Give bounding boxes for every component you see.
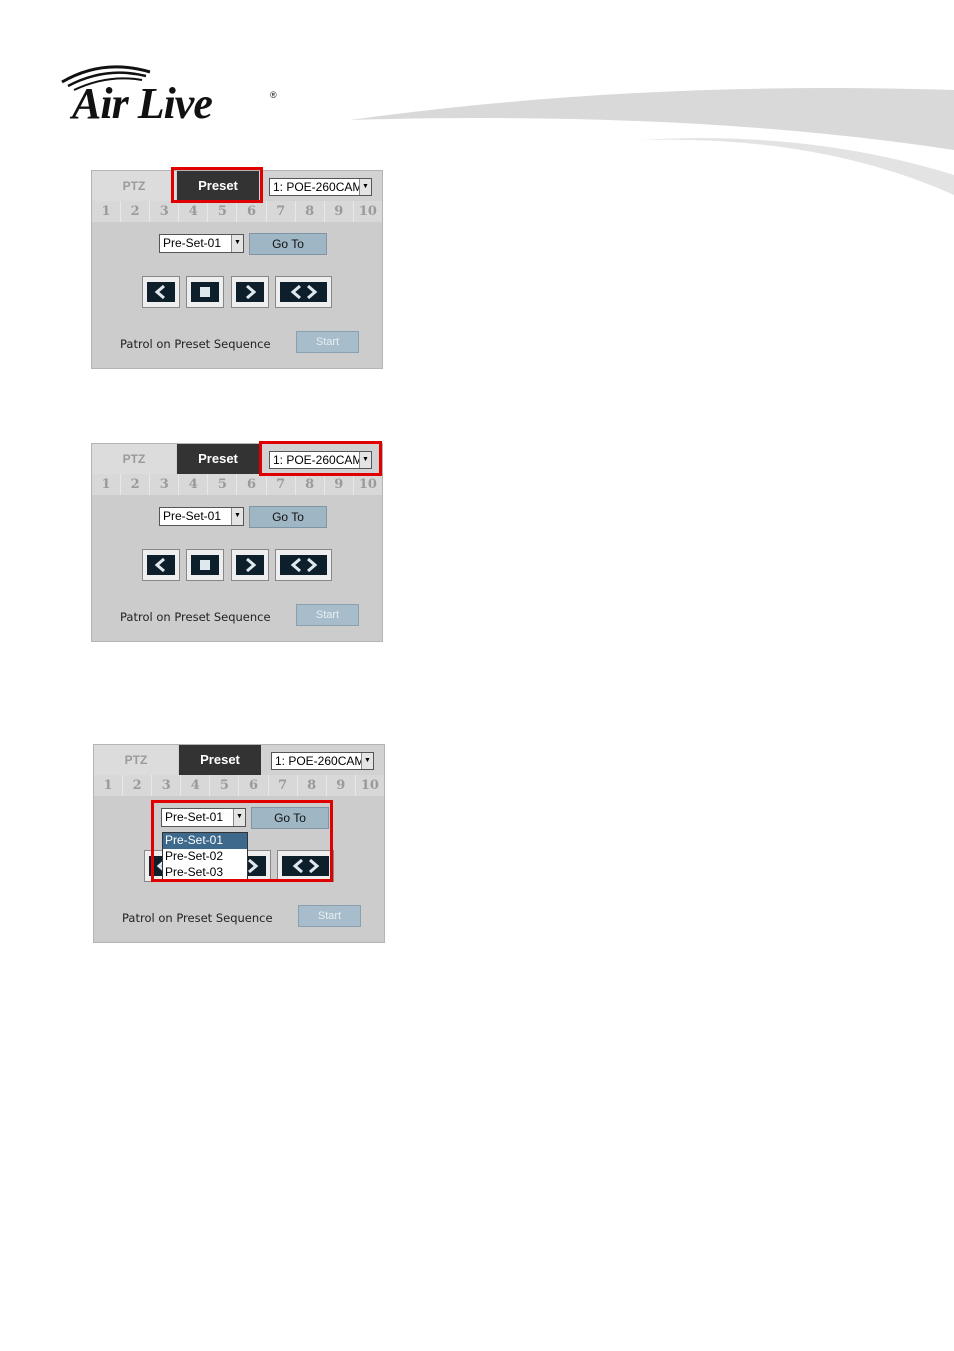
preset-number-row: 1 2 3 4 5 6 7 8 9 10 xyxy=(94,775,384,796)
preset-number-row: 1 2 3 4 5 6 7 8 9 10 xyxy=(92,201,382,222)
preset-number[interactable]: 2 xyxy=(121,201,151,222)
patrol-stop-button[interactable] xyxy=(186,276,224,308)
start-button[interactable]: Start xyxy=(298,905,361,927)
preset-number[interactable]: 6 xyxy=(237,201,267,222)
highlight-camera-select xyxy=(259,441,382,476)
arrow-left-right-icon xyxy=(290,558,317,572)
camera-select[interactable]: 1: POE-260CAM ▼ xyxy=(271,752,374,770)
preset-select-value: Pre-Set-01 xyxy=(163,236,222,250)
airlive-logo: Air Live ® xyxy=(58,62,288,132)
goto-button[interactable]: Go To xyxy=(249,506,327,528)
camera-select-value: 1: POE-260CAM xyxy=(275,754,365,768)
preset-select-value: Pre-Set-01 xyxy=(163,509,222,523)
highlight-preset-tab xyxy=(171,167,263,203)
patrol-both-button[interactable] xyxy=(275,549,332,581)
preset-select[interactable]: Pre-Set-01 ▼ xyxy=(159,234,244,253)
arrow-right-icon xyxy=(246,285,257,299)
preset-number[interactable]: 6 xyxy=(239,775,269,796)
preset-number[interactable]: 1 xyxy=(92,474,122,495)
arrow-left-right-icon xyxy=(290,285,317,299)
preset-number[interactable]: 1 xyxy=(94,775,124,796)
preset-number[interactable]: 9 xyxy=(325,201,354,222)
preset-number[interactable]: 8 xyxy=(296,474,325,495)
preset-number[interactable]: 4 xyxy=(179,201,209,222)
patrol-both-button[interactable] xyxy=(275,276,332,308)
patrol-right-button[interactable] xyxy=(231,549,269,581)
logo-text: Air Live xyxy=(72,79,213,128)
preset-select[interactable]: Pre-Set-01 ▼ xyxy=(159,507,244,526)
patrol-label: Patrol on Preset Sequence xyxy=(120,610,271,624)
preset-number[interactable]: 10 xyxy=(356,775,384,796)
preset-number[interactable]: 7 xyxy=(267,474,296,495)
chevron-down-icon[interactable]: ▼ xyxy=(231,508,243,525)
preset-number[interactable]: 7 xyxy=(267,201,296,222)
header-swoosh xyxy=(350,88,954,195)
preset-number[interactable]: 7 xyxy=(269,775,298,796)
patrol-label: Patrol on Preset Sequence xyxy=(120,337,271,351)
highlight-preset-dropdown xyxy=(151,800,333,882)
patrol-left-button[interactable] xyxy=(142,549,180,581)
arrow-left-icon xyxy=(154,558,165,572)
preset-number[interactable]: 9 xyxy=(325,474,354,495)
preset-number[interactable]: 5 xyxy=(210,775,240,796)
patrol-right-button[interactable] xyxy=(231,276,269,308)
preset-number[interactable]: 5 xyxy=(208,474,238,495)
arrow-left-icon xyxy=(154,285,165,299)
preset-number[interactable]: 10 xyxy=(354,474,382,495)
preset-number[interactable]: 8 xyxy=(296,201,325,222)
patrol-stop-button[interactable] xyxy=(186,549,224,581)
preset-number[interactable]: 9 xyxy=(327,775,356,796)
preset-number[interactable]: 2 xyxy=(123,775,153,796)
preset-number[interactable]: 6 xyxy=(237,474,267,495)
camera-select-value: 1: POE-260CAM xyxy=(273,180,363,194)
preset-number[interactable]: 3 xyxy=(150,201,180,222)
chevron-down-icon[interactable]: ▼ xyxy=(231,235,243,252)
patrol-left-button[interactable] xyxy=(142,276,180,308)
start-button[interactable]: Start xyxy=(296,331,359,353)
preset-number[interactable]: 2 xyxy=(121,474,151,495)
tab-bar: PTZ Preset 1: POE-260CAM ▼ xyxy=(94,745,384,775)
stop-icon xyxy=(200,287,210,297)
preset-number[interactable]: 4 xyxy=(181,775,211,796)
tab-ptz[interactable]: PTZ xyxy=(92,444,176,474)
preset-number[interactable]: 1 xyxy=(92,201,122,222)
preset-number[interactable]: 3 xyxy=(150,474,180,495)
arrow-right-icon xyxy=(246,558,257,572)
chevron-down-icon[interactable]: ▼ xyxy=(361,753,373,769)
registered-mark: ® xyxy=(270,90,277,100)
chevron-down-icon[interactable]: ▼ xyxy=(359,179,371,195)
stop-icon xyxy=(200,560,210,570)
preset-number[interactable]: 10 xyxy=(354,201,382,222)
start-button[interactable]: Start xyxy=(296,604,359,626)
camera-select[interactable]: 1: POE-260CAM ▼ xyxy=(269,178,372,196)
preset-number-row: 1 2 3 4 5 6 7 8 9 10 xyxy=(92,474,382,495)
tab-preset[interactable]: Preset xyxy=(179,745,261,775)
preset-number[interactable]: 4 xyxy=(179,474,209,495)
tab-ptz[interactable]: PTZ xyxy=(92,171,176,201)
goto-button[interactable]: Go To xyxy=(249,233,327,255)
tab-preset[interactable]: Preset xyxy=(177,444,259,474)
preset-number[interactable]: 5 xyxy=(208,201,238,222)
patrol-label: Patrol on Preset Sequence xyxy=(122,911,273,925)
preset-number[interactable]: 3 xyxy=(152,775,182,796)
tab-ptz[interactable]: PTZ xyxy=(94,745,178,775)
preset-number[interactable]: 8 xyxy=(298,775,327,796)
